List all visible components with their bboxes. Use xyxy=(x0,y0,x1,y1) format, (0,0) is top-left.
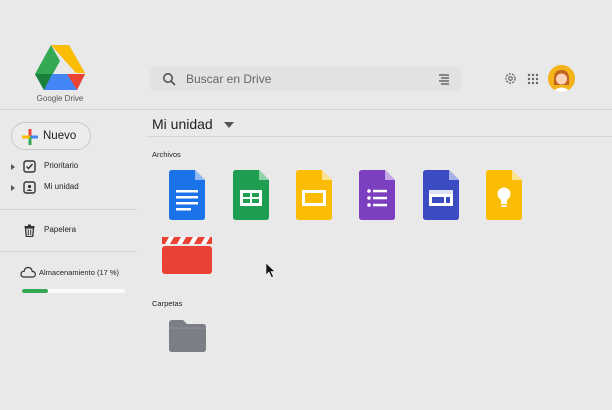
sidebar-divider xyxy=(0,209,137,210)
files-section-label: Archivos xyxy=(152,150,181,159)
checkbox-icon xyxy=(23,160,36,173)
forms-file-icon[interactable] xyxy=(359,170,395,220)
slides-file-icon[interactable] xyxy=(296,170,332,220)
folder-icon[interactable] xyxy=(169,320,206,352)
expand-arrow-icon[interactable] xyxy=(10,162,16,172)
sidebar-item-label: Mi unidad xyxy=(44,182,79,191)
sites-file-icon[interactable] xyxy=(423,170,459,220)
chevron-down-icon[interactable] xyxy=(224,122,234,128)
keep-file-icon[interactable] xyxy=(486,170,522,220)
sidebar-item-label: Papelera xyxy=(44,225,77,234)
header-divider xyxy=(0,109,612,110)
trash-icon xyxy=(24,224,35,237)
storage-progress-bar xyxy=(22,289,125,293)
search-bar[interactable] xyxy=(150,67,462,91)
sidebar-item-prioritario[interactable]: Prioritario xyxy=(10,159,130,175)
folders-section-label: Carpetas xyxy=(152,299,183,308)
page-title[interactable]: Mi unidad xyxy=(152,116,213,132)
sheets-file-icon[interactable] xyxy=(233,170,269,220)
apps-grid-icon[interactable] xyxy=(527,73,539,85)
search-input[interactable] xyxy=(186,70,426,88)
sidebar-divider xyxy=(0,251,137,252)
mouse-cursor-icon xyxy=(266,263,276,278)
filter-icon[interactable] xyxy=(438,73,450,85)
google-drive-logo xyxy=(35,45,85,90)
expand-arrow-icon[interactable] xyxy=(10,183,16,193)
sidebar-item-label: Prioritario xyxy=(44,161,79,170)
sidebar-item-mi-unidad[interactable]: Mi unidad xyxy=(10,180,130,196)
video-file-icon[interactable] xyxy=(162,237,212,274)
avatar-face-icon xyxy=(548,65,575,92)
search-icon[interactable] xyxy=(162,72,176,86)
avatar[interactable] xyxy=(548,65,575,92)
my-drive-icon xyxy=(23,181,36,194)
new-button-label: Nuevo xyxy=(43,130,77,142)
docs-file-icon[interactable] xyxy=(169,170,205,220)
storage-label: Almacenamiento (17 %) xyxy=(39,268,120,277)
plus-icon xyxy=(22,129,38,145)
settings-icon[interactable] xyxy=(504,72,517,85)
new-button[interactable]: Nuevo xyxy=(11,122,91,150)
cloud-icon xyxy=(20,266,36,278)
brand-name: Google Drive xyxy=(36,94,84,103)
sidebar-item-papelera[interactable]: Papelera xyxy=(10,223,130,239)
title-divider xyxy=(146,136,612,137)
storage-progress-fill xyxy=(22,289,49,293)
